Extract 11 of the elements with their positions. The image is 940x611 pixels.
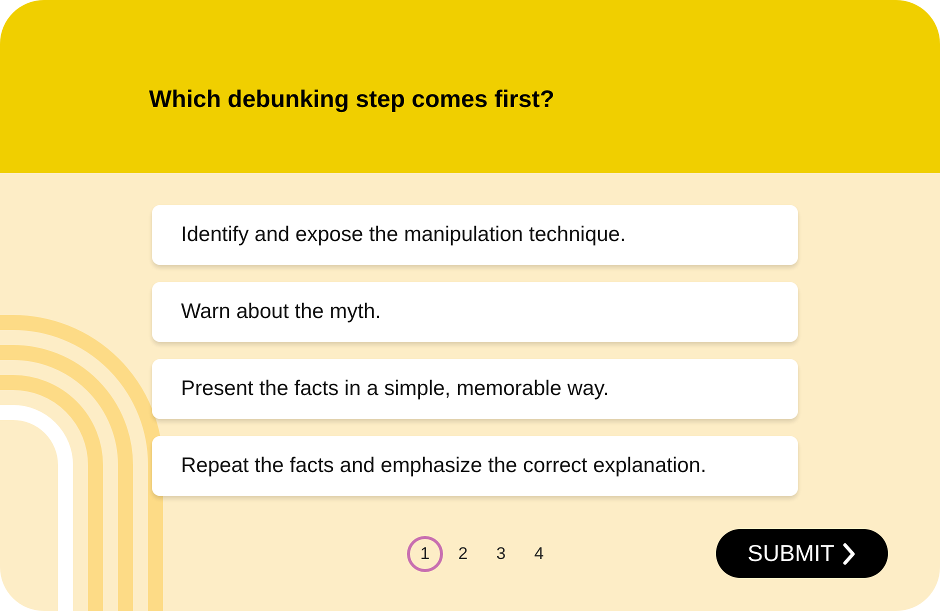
question-title: Which debunking step comes first?	[149, 85, 554, 115]
chevron-right-icon	[842, 542, 856, 566]
page-number[interactable]: 2	[445, 536, 481, 572]
submit-button[interactable]: SUBMIT	[716, 529, 888, 578]
answer-option[interactable]: Warn about the myth.	[152, 282, 798, 342]
page-number[interactable]: 4	[521, 536, 557, 572]
answer-option[interactable]: Present the facts in a simple, memorable way.	[152, 359, 798, 419]
page-number[interactable]: 1	[407, 536, 443, 572]
answer-option[interactable]: Identify and expose the manipulation technique.	[152, 205, 798, 265]
page-number[interactable]: 3	[483, 536, 519, 572]
answer-option[interactable]: Repeat the facts and emphasize the correct explanation.	[152, 436, 798, 496]
